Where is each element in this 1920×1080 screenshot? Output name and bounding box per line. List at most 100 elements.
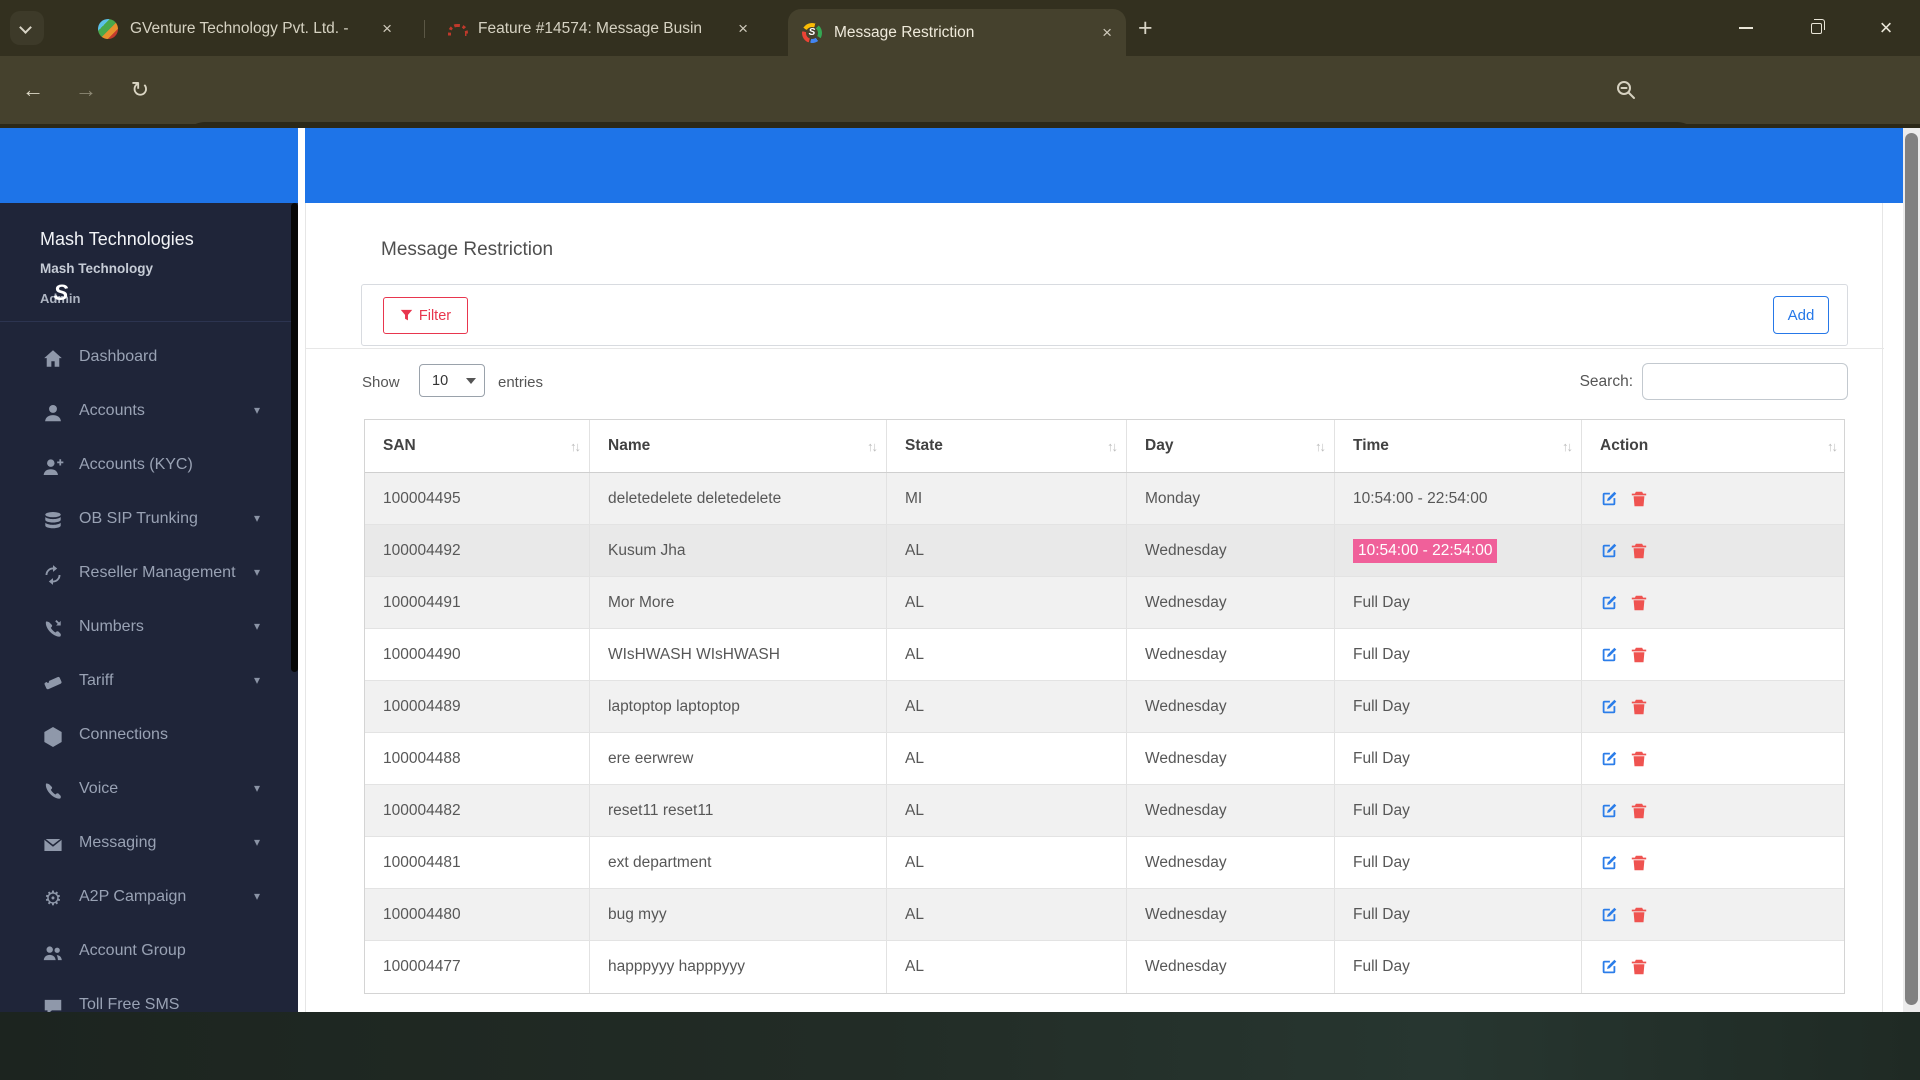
delete-icon[interactable] [1630, 958, 1648, 976]
new-tab-button[interactable]: + [1138, 14, 1153, 43]
sync-icon [42, 564, 64, 586]
edit-icon[interactable] [1600, 698, 1618, 716]
signalmash-favicon-icon: S [802, 23, 822, 43]
column-header-action[interactable]: Action↑↓ [1582, 420, 1846, 472]
sidebar-item-accounts-kyc[interactable]: Accounts (KYC) [0, 440, 298, 494]
sidebar-item-numbers[interactable]: Numbers ▾ [0, 602, 298, 656]
screen: GVenture Technology Pvt. Ltd. - × Featur… [0, 0, 1920, 1080]
delete-icon[interactable] [1630, 906, 1648, 924]
filter-panel: Filter Add [361, 284, 1848, 346]
chevron-down-icon: ▾ [254, 565, 260, 579]
table-row: 100004477 happpyyy happpyyy AL Wednesday… [365, 941, 1844, 993]
chevron-down-icon: ▾ [254, 673, 260, 687]
sidebar-item-a2p-campaign[interactable]: ⚙ A2P Campaign ▾ [0, 872, 298, 926]
forward-button[interactable]: → [64, 56, 108, 124]
org-name: Mash Technologies [40, 229, 194, 250]
redmine-favicon-icon [446, 19, 466, 39]
table-row: 100004489 laptoptop laptoptop AL Wednesd… [365, 681, 1844, 733]
restrictions-table: SAN↑↓ Name↑↓ State↑↓ Day↑↓ Time↑↓ Action… [364, 419, 1845, 994]
table-row: 100004480 bug myy AL Wednesday Full Day [365, 889, 1844, 941]
close-icon[interactable]: × [738, 19, 748, 39]
funnel-icon [400, 309, 413, 322]
minimize-button[interactable] [1716, 0, 1776, 56]
edit-icon[interactable] [1600, 594, 1618, 612]
close-window-button[interactable]: × [1856, 0, 1916, 56]
chevron-down-icon: ▾ [254, 781, 260, 795]
filter-button[interactable]: Filter [383, 297, 468, 334]
restore-icon [1811, 23, 1822, 34]
zoom-icon[interactable] [1604, 56, 1648, 124]
table-row: 100004481 ext department AL Wednesday Fu… [365, 837, 1844, 889]
table-row: 100004495 deletedelete deletedelete MI M… [365, 473, 1844, 525]
delete-icon[interactable] [1630, 698, 1648, 716]
sort-icon: ↑↓ [1107, 439, 1116, 454]
edit-icon[interactable] [1600, 958, 1618, 976]
sidebar-item-voice[interactable]: Voice ▾ [0, 764, 298, 818]
edit-icon[interactable] [1600, 906, 1618, 924]
column-header-day[interactable]: Day↑↓ [1127, 420, 1335, 472]
close-icon[interactable]: × [1102, 23, 1112, 43]
search-input[interactable] [1642, 363, 1848, 400]
scrollbar-thumb[interactable] [1905, 133, 1918, 1005]
delete-icon[interactable] [1630, 802, 1648, 820]
edit-icon[interactable] [1600, 802, 1618, 820]
sidebar-item-dashboard[interactable]: Dashboard [0, 332, 298, 386]
chat-bubble-icon [42, 996, 64, 1012]
sidebar-item-messaging[interactable]: Messaging ▾ [0, 818, 298, 872]
delete-icon[interactable] [1630, 646, 1648, 664]
column-header-san[interactable]: SAN↑↓ [365, 420, 590, 472]
tab-gventure[interactable]: GVenture Technology Pvt. Ltd. - × [84, 9, 406, 49]
sidebar: Mash Technologies Mash Technology Admin … [0, 203, 298, 1012]
table-row: 100004492 Kusum Jha AL Wednesday 10:54:0… [365, 525, 1844, 577]
page-scrollbar[interactable] [1903, 128, 1920, 1012]
ticket-icon [42, 672, 64, 694]
sidebar-item-connections[interactable]: Connections [0, 710, 298, 764]
user-icon [42, 402, 64, 424]
delete-icon[interactable] [1630, 542, 1648, 560]
edit-icon[interactable] [1600, 490, 1618, 508]
edit-icon[interactable] [1600, 854, 1618, 872]
show-label: Show [362, 374, 400, 391]
page-size-select[interactable]: 10 [419, 364, 485, 397]
browser-toolbar: ← → ↻ signalmash.gventure.info/deepak/#/… [0, 56, 1920, 124]
back-button[interactable]: ← [11, 56, 55, 124]
tab-redmine-feature[interactable]: Feature #14574: Message Busin × [432, 9, 762, 49]
tab-message-restriction[interactable]: S Message Restriction × [788, 9, 1126, 56]
reload-button[interactable]: ↻ [118, 56, 162, 124]
column-header-state[interactable]: State↑↓ [887, 420, 1127, 472]
sidebar-item-reseller-management[interactable]: Reseller Management ▾ [0, 548, 298, 602]
home-icon [42, 348, 64, 370]
sidebar-item-toll-free-sms[interactable]: Toll Free SMS [0, 980, 298, 1012]
chevron-down-icon [19, 21, 32, 34]
sidebar-item-tariff[interactable]: Tariff ▾ [0, 656, 298, 710]
sidebar-item-account-group[interactable]: Account Group [0, 926, 298, 980]
restore-button[interactable] [1786, 0, 1846, 56]
table-header-row: SAN↑↓ Name↑↓ State↑↓ Day↑↓ Time↑↓ Action… [365, 420, 1844, 473]
sidebar-item-accounts[interactable]: Accounts ▾ [0, 386, 298, 440]
sidebar-divider [0, 321, 298, 322]
signalmash-logo-icon[interactable]: S [38, 270, 84, 316]
chevron-down-icon: ▾ [254, 403, 260, 417]
gventure-favicon-icon [98, 19, 118, 39]
delete-icon[interactable] [1630, 750, 1648, 768]
sidebar-item-ob-sip-trunking[interactable]: OB SIP Trunking ▾ [0, 494, 298, 548]
add-button[interactable]: Add [1773, 296, 1829, 334]
sidebar-scrollbar[interactable] [291, 203, 298, 672]
users-icon [42, 942, 64, 964]
edit-icon[interactable] [1600, 750, 1618, 768]
edit-icon[interactable] [1600, 646, 1618, 664]
column-header-name[interactable]: Name↑↓ [590, 420, 887, 472]
delete-icon[interactable] [1630, 594, 1648, 612]
sort-icon: ↑↓ [1827, 439, 1836, 454]
edit-icon[interactable] [1600, 542, 1618, 560]
close-icon[interactable]: × [382, 19, 392, 39]
envelope-icon [42, 834, 64, 856]
tab-search-button[interactable] [10, 11, 44, 45]
delete-icon[interactable] [1630, 854, 1648, 872]
column-header-time[interactable]: Time↑↓ [1335, 420, 1582, 472]
phone-icon [42, 780, 64, 802]
delete-icon[interactable] [1630, 490, 1648, 508]
section-divider [306, 348, 1884, 349]
close-icon: × [1880, 15, 1893, 41]
app-header: S signalmash SMS › Message Restriction [0, 128, 1920, 203]
